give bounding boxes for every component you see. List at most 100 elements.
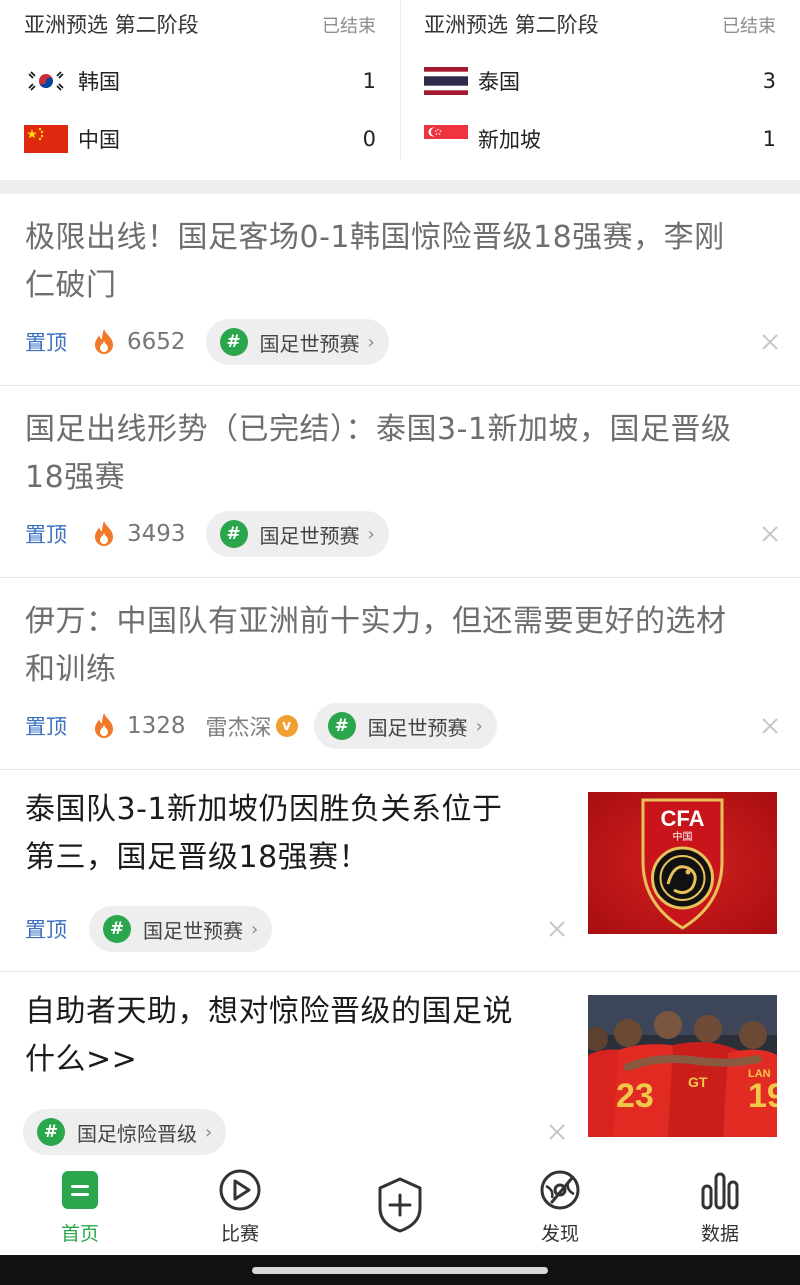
fire-icon <box>95 713 113 738</box>
team-name: 韩国 <box>78 70 120 94</box>
singapore-flag-icon <box>424 125 468 153</box>
hash-icon: # <box>103 915 131 943</box>
news-meta: # 国足惊险晋级 › <box>23 1108 227 1156</box>
news-item[interactable]: 极限出线！国足客场0-1韩国惊险晋级18强赛，李刚 仁破门 置顶 6652 # … <box>0 194 800 386</box>
hash-icon: # <box>219 328 248 356</box>
hash-icon: # <box>219 520 248 548</box>
news-title: 国足出线形势（已完结）：泰国3-1新加坡，国足晋级 18强赛 <box>25 406 732 502</box>
hot-count: 6652 <box>127 329 186 355</box>
team-row: 泰国 3 <box>424 66 776 96</box>
topic-tag-label: 国足世预赛 <box>259 331 360 356</box>
chevron-right-icon: › <box>367 523 375 545</box>
bottom-tab-bar: 首页 比赛 发现 数据 <box>0 1158 800 1255</box>
match-status: 已结束 <box>722 16 776 37</box>
news-title-line: 极限出线！国足客场0-1韩国惊险晋级18强赛，李刚 <box>25 220 725 255</box>
data-bars-icon <box>701 1172 739 1210</box>
hash-icon: # <box>327 712 356 740</box>
jersey-number: 19 <box>748 1077 777 1115</box>
news-item[interactable]: 伊万：中国队有亚洲前十实力，但还需要更好的选材 和训练 置顶 1328 雷杰深 … <box>0 578 800 770</box>
thailand-flag-icon <box>424 67 468 95</box>
chevron-right-icon: › <box>475 715 483 737</box>
news-title: 泰国队3-1新加坡仍因胜负关系位于 第三，国足晋级18强赛！ <box>25 786 503 882</box>
jersey-name: GT <box>688 1074 708 1090</box>
author-name[interactable]: 雷杰深 <box>206 710 272 742</box>
cfa-logo-thumbnail[interactable]: CFA 中国 <box>588 792 777 934</box>
news-meta: 置顶 6652 # 国足世预赛 › <box>25 318 389 366</box>
section-divider <box>0 180 800 194</box>
news-title: 自助者天助，想对惊险晋级的国足说 什么>> <box>25 988 513 1084</box>
news-title-line: 第三，国足晋级18强赛！ <box>25 840 370 875</box>
topic-tag[interactable]: # 国足世预赛 › <box>205 319 389 365</box>
tab-discover[interactable]: 发现 <box>480 1158 640 1255</box>
play-icon <box>219 1169 261 1211</box>
system-navigation-bar <box>0 1255 800 1285</box>
topic-tag[interactable]: # 国足世预赛 › <box>313 703 497 749</box>
team-score: 3 <box>762 69 776 93</box>
korea-flag-icon <box>24 67 68 95</box>
team-name: 新加坡 <box>478 128 541 152</box>
team-row: 中国 0 <box>24 124 376 154</box>
chevron-right-icon: › <box>251 918 259 940</box>
news-title-line: 仁破门 <box>25 268 117 303</box>
hot-count: 3493 <box>127 521 186 547</box>
match-status: 已结束 <box>322 16 376 37</box>
tab-post[interactable] <box>320 1158 480 1255</box>
news-title: 伊万：中国队有亚洲前十实力，但还需要更好的选材 和训练 <box>25 598 727 694</box>
pinned-label: 置顶 <box>25 331 67 355</box>
news-title-line: 和训练 <box>25 652 117 687</box>
topic-tag-label: 国足世预赛 <box>367 715 468 740</box>
close-icon[interactable] <box>545 1120 569 1144</box>
close-icon[interactable] <box>758 714 782 738</box>
close-icon[interactable] <box>758 522 782 546</box>
hot-count: 1328 <box>127 713 186 739</box>
discover-icon <box>540 1170 580 1210</box>
news-title: 极限出线！国足客场0-1韩国惊险晋级18强赛，李刚 仁破门 <box>25 214 725 310</box>
tab-label: 发现 <box>540 1223 579 1245</box>
fire-icon <box>95 329 113 354</box>
match-card-thailand-singapore[interactable]: 亚洲预选 第二阶段 已结束 泰国 3 新加坡 1 <box>400 0 800 180</box>
news-meta: 置顶 3493 # 国足世预赛 › <box>25 510 389 558</box>
jersey-name: LAN <box>748 1068 771 1080</box>
tab-data[interactable]: 数据 <box>640 1158 800 1255</box>
tab-label: 数据 <box>700 1223 739 1245</box>
news-meta: 置顶 # 国足世预赛 › <box>25 905 273 953</box>
match-card-korea-china[interactable]: 亚洲预选 第二阶段 已结束 韩国 1 中国 0 <box>0 0 400 180</box>
close-icon[interactable] <box>758 330 782 354</box>
news-title-line: 自助者天助，想对惊险晋级的国足说 <box>25 994 513 1029</box>
news-item[interactable]: 自助者天助，想对惊险晋级的国足说 什么>> # 国足惊险晋级 › 23 GT 1… <box>0 972 800 1158</box>
pinned-label: 置顶 <box>25 918 67 942</box>
team-score: 0 <box>362 127 376 151</box>
cfa-logo-text: CFA <box>661 806 705 831</box>
tab-matches[interactable]: 比赛 <box>160 1158 320 1255</box>
chevron-right-icon: › <box>205 1121 213 1143</box>
team-celebration-thumbnail[interactable]: 23 GT 19 LAN <box>588 995 777 1137</box>
news-meta: 置顶 1328 雷杰深 v # 国足世预赛 › <box>25 702 497 750</box>
fire-icon <box>95 521 113 546</box>
home-indicator[interactable] <box>252 1267 548 1274</box>
topic-tag[interactable]: # 国足世预赛 › <box>89 906 273 952</box>
jersey-number: 23 <box>616 1077 654 1115</box>
news-title-line: 国足出线形势（已完结）：泰国3-1新加坡，国足晋级 <box>25 412 732 447</box>
match-stage-title: 亚洲预选 第二阶段 <box>24 13 199 37</box>
close-icon[interactable] <box>545 917 569 941</box>
home-icon <box>62 1171 98 1209</box>
team-row: 新加坡 1 <box>424 124 776 154</box>
news-item[interactable]: 泰国队3-1新加坡仍因胜负关系位于 第三，国足晋级18强赛！ 置顶 # 国足世预… <box>0 770 800 972</box>
hash-icon: # <box>37 1118 65 1146</box>
pinned-label: 置顶 <box>25 523 67 547</box>
china-flag-icon <box>24 125 68 153</box>
team-name: 泰国 <box>478 70 520 94</box>
team-score: 1 <box>762 127 776 151</box>
topic-tag-label: 国足惊险晋级 <box>77 1121 197 1146</box>
news-item[interactable]: 国足出线形势（已完结）：泰国3-1新加坡，国足晋级 18强赛 置顶 3493 #… <box>0 386 800 578</box>
tab-home[interactable]: 首页 <box>0 1158 160 1255</box>
tab-label: 首页 <box>60 1223 99 1245</box>
team-row: 韩国 1 <box>24 66 376 96</box>
news-title-line: 伊万：中国队有亚洲前十实力，但还需要更好的选材 <box>25 604 727 639</box>
chevron-right-icon: › <box>367 331 375 353</box>
topic-tag-label: 国足世预赛 <box>259 523 360 548</box>
topic-tag[interactable]: # 国足惊险晋级 › <box>23 1109 227 1155</box>
pinned-label: 置顶 <box>25 715 67 739</box>
topic-tag[interactable]: # 国足世预赛 › <box>205 511 389 557</box>
news-title-line: 什么>> <box>25 1042 138 1077</box>
